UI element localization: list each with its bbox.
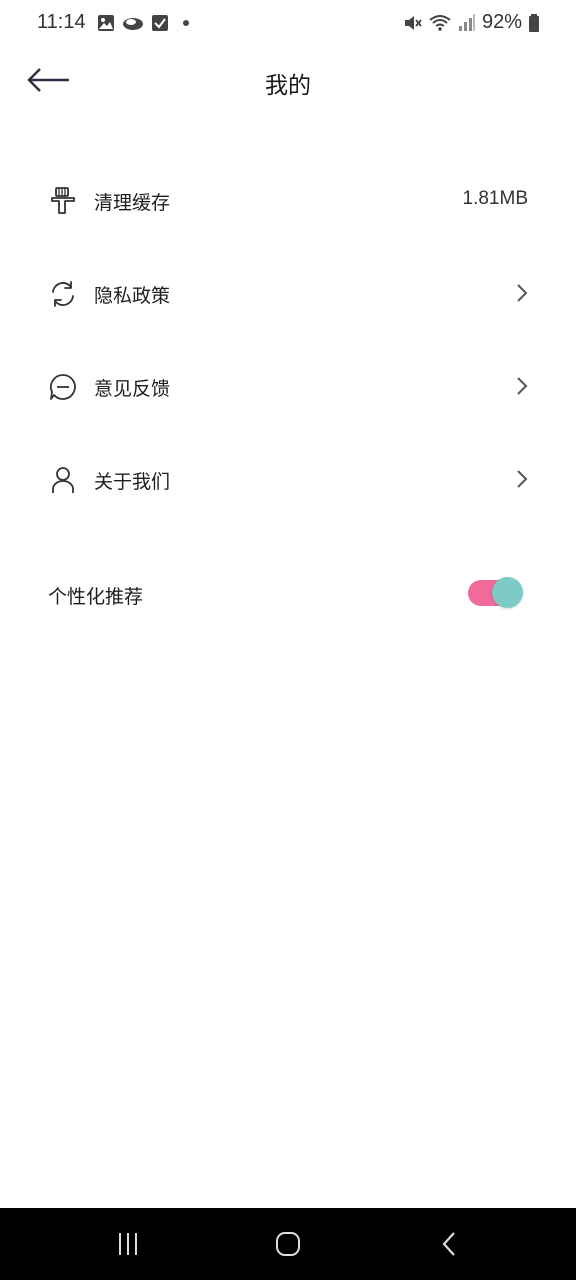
chevron-right-icon [517,377,528,395]
menu-item-label: 隐私政策 [94,285,171,307]
signal-icon [458,13,475,31]
personalized-recommendation-label: 个性化推荐 [48,586,144,608]
user-icon [52,467,74,493]
recents-icon [119,1233,137,1255]
home-icon [276,1232,300,1256]
home-button[interactable] [268,1226,308,1262]
chevron-right-icon [517,284,528,302]
battery-percent: 92% [481,11,522,33]
menu-item-feedback[interactable]: 意见反馈 [0,352,576,422]
battery-icon [529,13,539,32]
nav-back-button[interactable] [430,1226,470,1262]
menu-item-label: 清理缓存 [94,192,171,214]
broom-icon [51,187,75,214]
mute-icon [404,15,422,30]
wifi-icon [429,14,451,31]
status-right: 92% [402,11,540,34]
system-nav-bar [0,1208,576,1280]
chevron-right-icon [517,470,528,488]
cloud-icon [123,18,143,30]
refresh-icon [52,281,74,307]
menu-item-clear-cache[interactable]: 清理缓存 1.81MB [0,166,576,236]
toggle-thumb [492,577,523,608]
chat-icon [50,374,76,400]
checkbox-icon [152,15,168,31]
personalized-recommendation-row: 个性化推荐 [0,560,576,626]
personalized-recommendation-toggle[interactable] [468,577,524,609]
cache-size: 1.81MB [462,188,528,209]
status-left-icons [96,13,196,33]
menu-item-label: 关于我们 [94,471,171,493]
recents-button[interactable] [108,1226,148,1262]
back-icon [442,1232,455,1256]
menu-item-about-us[interactable]: 关于我们 [0,445,576,515]
page-title: 我的 [265,73,311,99]
menu-item-privacy-policy[interactable]: 隐私政策 [0,259,576,329]
dot-icon [183,20,189,26]
menu-item-label: 意见反馈 [94,378,171,400]
header: 我的 [0,52,576,112]
status-bar: 11:14 92% [0,0,576,48]
image-icon [98,15,114,31]
status-time: 11:14 [37,11,86,33]
